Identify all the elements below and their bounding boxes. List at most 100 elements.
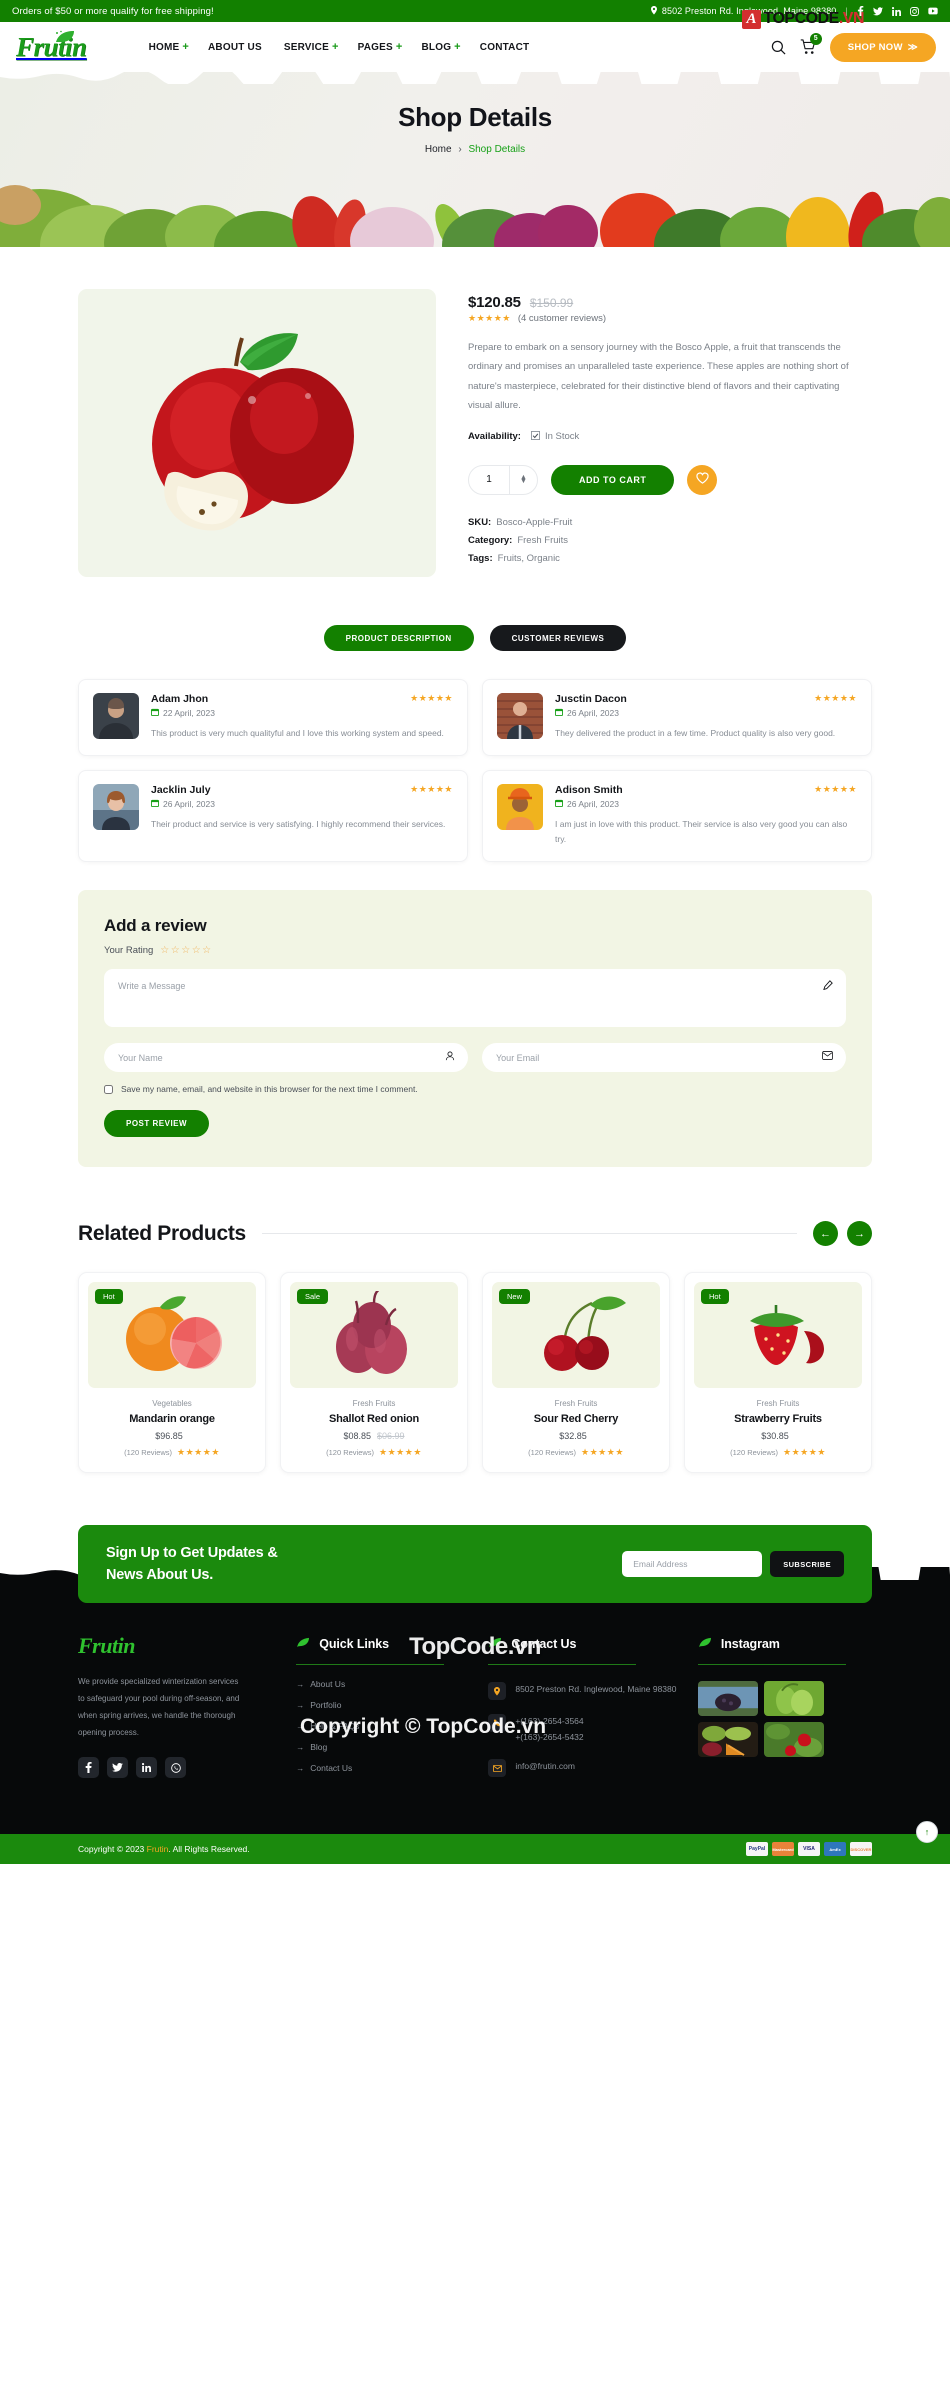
product-card[interactable]: Hot Fresh Fruits Strawberry Fruits $30.8… xyxy=(684,1272,872,1474)
rating-input-stars[interactable]: ☆☆☆☆☆ xyxy=(160,945,212,956)
footer-phone-2: +(163)-2654-5432 xyxy=(515,1732,584,1743)
product-card-name[interactable]: Strawberry Fruits xyxy=(694,1413,862,1425)
linkedin-icon[interactable] xyxy=(136,1757,157,1779)
product-card-price-row: $08.85 $06.99 xyxy=(290,1431,458,1441)
quantity-decrement-icon[interactable]: ▼ xyxy=(519,478,528,485)
linkedin-icon[interactable] xyxy=(892,6,901,16)
product-card-name[interactable]: Shallot Red onion xyxy=(290,1413,458,1425)
wishlist-button[interactable] xyxy=(687,464,718,495)
footer-logo[interactable]: Frutin xyxy=(78,1635,278,1657)
customer-reviews-link[interactable]: (4 customer reviews) xyxy=(518,313,606,324)
divider xyxy=(488,1664,637,1666)
footer-link-blog[interactable]: → Blog xyxy=(296,1742,470,1752)
subscribe-button[interactable]: SUBSCRIBE xyxy=(770,1551,844,1578)
name-input[interactable] xyxy=(104,1043,468,1073)
add-to-cart-button[interactable]: ADD TO CART xyxy=(551,464,675,495)
footer-link-about-us[interactable]: → About Us xyxy=(296,1679,470,1689)
add-review-form: Add a review Your Rating ☆☆☆☆☆ Write a M… xyxy=(78,890,872,1168)
nav-item-service[interactable]: SERVICE + xyxy=(284,41,339,53)
review-card: Jusctin Dacon 26 April, 2023 ★★★★★ They … xyxy=(482,679,872,756)
twitter-icon[interactable] xyxy=(873,6,883,16)
location-pin-icon xyxy=(488,1682,507,1701)
quantity-input[interactable] xyxy=(469,465,509,494)
review-body: Jusctin Dacon 26 April, 2023 ★★★★★ They … xyxy=(555,693,857,742)
product-card[interactable]: Hot Vegetables Mandarin orange $96.85 (1… xyxy=(78,1272,266,1474)
tab-product-description[interactable]: PRODUCT DESCRIPTION xyxy=(323,625,474,651)
footer-phone-text[interactable]: +(163)-2654-3564 +(163)-2654-5432 xyxy=(515,1713,583,1745)
review-date: 26 April, 2023 xyxy=(151,799,215,809)
instagram-thumb[interactable] xyxy=(763,1681,824,1717)
product-card[interactable]: New Fresh Fruits Sour Red Cherry $32.85 xyxy=(482,1272,670,1474)
search-icon[interactable] xyxy=(771,40,786,55)
arrow-right-icon[interactable]: → xyxy=(847,1221,872,1247)
tags-value[interactable]: Fruits, Organic xyxy=(498,553,560,564)
shop-now-button[interactable]: SHOP NOW ≫ xyxy=(829,32,936,62)
footer-social-links xyxy=(78,1757,278,1779)
availability-value: In Stock xyxy=(544,431,580,443)
product-card-category: Vegetables xyxy=(152,1399,192,1409)
nav-item-contact[interactable]: CONTACT xyxy=(480,42,533,53)
product-card-name[interactable]: Mandarin orange xyxy=(88,1413,256,1425)
nav-item-about-us[interactable]: ABOUT US xyxy=(208,42,265,53)
footer-contact-address: 8502 Preston Rd. Inglewood, Maine 98380 xyxy=(488,1681,680,1701)
instagram-icon[interactable] xyxy=(910,6,919,16)
whatsapp-icon[interactable] xyxy=(165,1757,186,1779)
youtube-icon[interactable] xyxy=(928,7,938,15)
arrow-left-icon[interactable]: ← xyxy=(813,1221,838,1247)
save-info-checkbox-row[interactable]: Save my name, email, and website in this… xyxy=(104,1084,846,1094)
instagram-thumb[interactable] xyxy=(697,1681,758,1717)
rating-row: ★★★★★ (4 customer reviews) xyxy=(468,313,872,324)
leaf-icon xyxy=(698,1635,713,1653)
footer-contact-column: Contact Us 8502 Preston Rd. Inglewood, M… xyxy=(488,1635,680,1790)
envelope-icon xyxy=(822,1051,833,1061)
nav-item-blog[interactable]: BLOG + xyxy=(421,41,460,53)
save-info-label: Save my name, email, and website in this… xyxy=(121,1084,418,1095)
message-textarea[interactable] xyxy=(104,969,846,1028)
site-logo[interactable]: Frutin xyxy=(14,30,87,61)
email-input[interactable] xyxy=(482,1043,846,1073)
footer-link-portfolio[interactable]: → Portfolio xyxy=(296,1700,470,1710)
review-date-text: 26 April, 2023 xyxy=(163,798,215,809)
post-review-button[interactable]: POST REVIEW xyxy=(104,1110,210,1138)
back-to-top-button[interactable]: ↑ xyxy=(916,1821,938,1844)
product-card-review-count: (120 Reviews) xyxy=(528,1448,577,1458)
copyright-brand: Frutin xyxy=(146,1844,169,1855)
shallot-red-onion-image xyxy=(336,1291,407,1375)
product-gallery[interactable] xyxy=(78,289,436,577)
header-actions: 5 SHOP NOW ≫ xyxy=(771,32,936,62)
footer-instagram-header: Instagram xyxy=(698,1635,872,1653)
product-card-stars: ★★★★★ xyxy=(581,1447,624,1458)
product-badge: Sale xyxy=(297,1289,329,1305)
nav-item-home[interactable]: HOME + xyxy=(149,41,189,53)
nav-item-pages[interactable]: PAGES + xyxy=(358,41,403,53)
breadcrumb-home[interactable]: Home xyxy=(425,144,452,155)
facebook-icon[interactable] xyxy=(78,1757,99,1779)
arrow-right-icon: → xyxy=(296,1679,305,1689)
product-card[interactable]: Sale Fresh Fruits Shallot Red onion $08.… xyxy=(280,1272,468,1474)
facebook-icon[interactable] xyxy=(857,6,864,16)
review-header: Jusctin Dacon 26 April, 2023 ★★★★★ xyxy=(555,693,857,718)
product-meta: SKU: Bosco-Apple-Fruit Category: Fresh Fru… xyxy=(468,517,872,564)
name-field-wrap xyxy=(104,1043,468,1073)
product-card-image: Hot xyxy=(694,1282,862,1389)
your-rating-label: Your Rating xyxy=(104,945,154,957)
save-info-checkbox[interactable] xyxy=(104,1084,113,1094)
site-header: Frutin HOME + ABOUT US SERVICE + PAGES + BL… xyxy=(0,22,950,72)
footer-email-text[interactable]: info@frutin.com xyxy=(515,1758,575,1774)
name-email-row xyxy=(104,1043,846,1073)
quantity-stepper[interactable]: ▲ ▼ xyxy=(468,464,538,495)
tags-label: Tags: xyxy=(468,552,493,564)
footer-link-help-faqs[interactable]: → Help & FAQs xyxy=(296,1721,470,1731)
product-card-name[interactable]: Sour Red Cherry xyxy=(492,1413,660,1425)
tab-customer-reviews[interactable]: CUSTOMER REVIEWS xyxy=(489,625,627,651)
newsletter-email-input[interactable] xyxy=(622,1551,763,1578)
category-value[interactable]: Fresh Fruits xyxy=(517,535,568,546)
twitter-icon[interactable] xyxy=(107,1757,128,1779)
instagram-thumb[interactable] xyxy=(697,1722,758,1758)
footer-link-contact-us[interactable]: → Contact Us xyxy=(296,1763,470,1773)
add-review-title: Add a review xyxy=(104,916,207,936)
product-tabs: PRODUCT DESCRIPTION CUSTOMER REVIEWS xyxy=(78,625,872,651)
meta-category: Category: Fresh Fruits xyxy=(468,535,872,546)
instagram-thumb[interactable] xyxy=(763,1722,824,1758)
cart-icon[interactable]: 5 xyxy=(800,33,822,55)
